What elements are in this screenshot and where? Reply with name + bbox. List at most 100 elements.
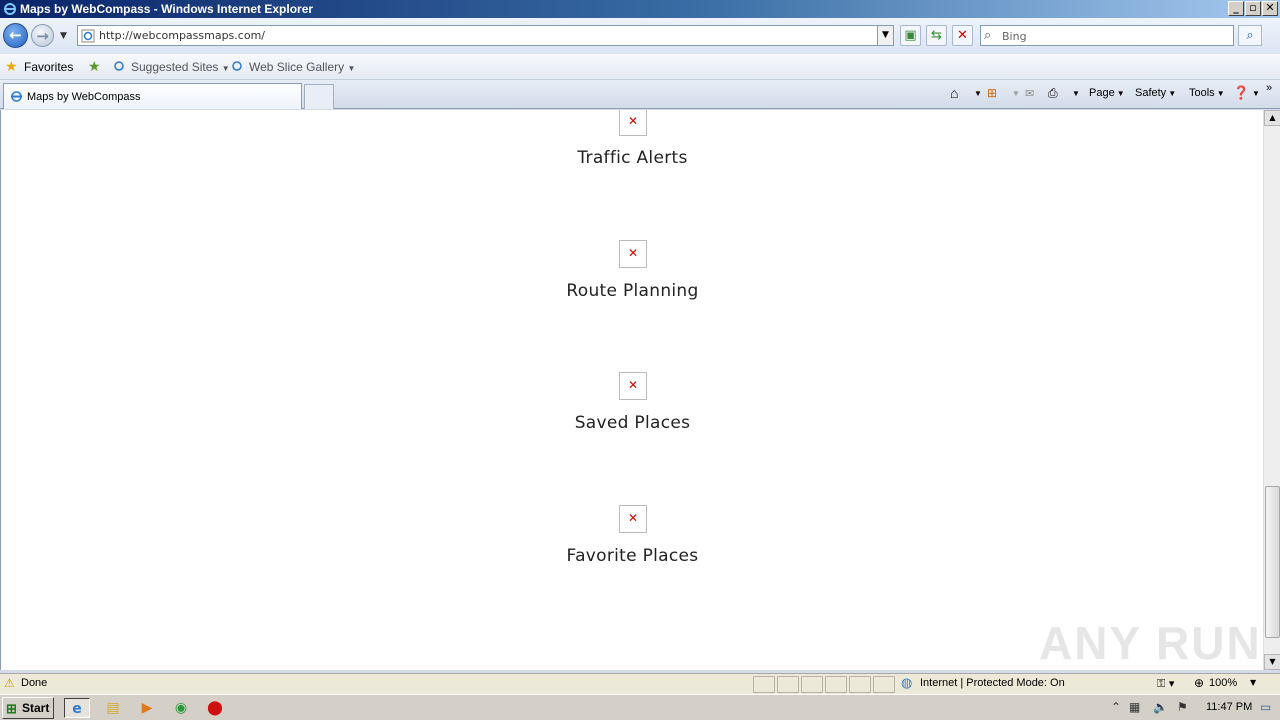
show-hidden-icons-icon[interactable]: ⌃	[1111, 700, 1121, 714]
minimize-button[interactable]: _	[1228, 1, 1244, 16]
warning-icon: ⚠	[4, 676, 15, 690]
compat-icon: ▣	[904, 28, 917, 43]
feature-label: Saved Places	[574, 413, 691, 433]
suggested-sites-link[interactable]: Suggested Sites ▼	[131, 60, 230, 74]
more-chevron-icon[interactable]: »	[1266, 82, 1272, 94]
window-title: Maps by WebCompass - Windows Internet Ex…	[20, 2, 314, 16]
back-arrow-icon: ←	[9, 26, 22, 44]
chevron-down-icon: ▼	[347, 64, 356, 73]
status-pane	[825, 676, 847, 693]
refresh-icon: ⇆	[931, 28, 942, 43]
page-menu[interactable]: Page ▼	[1089, 87, 1125, 99]
stop-icon: ✕	[957, 28, 968, 43]
page-content: ✕ Traffic Alerts ✕ Route Planning ✕ Save…	[0, 110, 1263, 670]
media-player-taskbar-icon[interactable]: ▶	[134, 698, 160, 718]
ie-page-icon	[230, 59, 244, 76]
scroll-down-arrow-icon[interactable]: ▼	[1264, 654, 1280, 670]
home-icon[interactable]: ⌂	[950, 85, 958, 101]
suggested-sites-label: Suggested Sites	[131, 60, 219, 74]
print-dropdown[interactable]: ▼	[1070, 87, 1080, 99]
clock[interactable]: 11:47 PM	[1206, 701, 1252, 713]
action-center-flag-icon[interactable]: ⚑	[1177, 700, 1188, 714]
mail-icon[interactable]: ✉	[1025, 87, 1034, 100]
ie-page-icon	[11, 91, 22, 102]
pop-up-blocker-icon[interactable]: ⚿ ▾	[1157, 677, 1174, 691]
tools-menu[interactable]: Tools ▼	[1189, 87, 1225, 99]
show-desktop-icon[interactable]: ▭	[1260, 700, 1271, 714]
status-pane	[849, 676, 871, 693]
recent-pages-dropdown[interactable]: ▼	[60, 31, 67, 41]
taskbar: ⊞ Start e ▤ ▶ ◉ ⬤ ⌃ ▦ 🔈 ⚑ 11:47 PM ▭	[0, 694, 1280, 720]
navigation-bar: ← → ▼ http://webcompassmaps.com/ ▼ ▣ ⇆ ✕…	[0, 18, 1280, 54]
feeds-dropdown[interactable]: ▼	[1010, 87, 1020, 99]
broken-image-icon: ✕	[619, 372, 647, 400]
chevron-down-icon: ▼	[221, 64, 230, 73]
ie-page-icon	[112, 59, 126, 76]
safety-menu-label: Safety	[1135, 87, 1167, 99]
search-box[interactable]: ⌕ Bing	[980, 25, 1234, 46]
feature-label: Favorite Places	[566, 546, 699, 566]
print-icon[interactable]: ⎙	[1048, 86, 1058, 101]
volume-icon[interactable]: 🔈	[1153, 700, 1168, 714]
globe-icon: ◍	[901, 676, 913, 691]
close-window-button[interactable]: ✕	[1262, 1, 1278, 16]
refresh-button[interactable]: ⇆	[926, 25, 947, 46]
broken-image-icon: ✕	[619, 505, 647, 533]
stop-button[interactable]: ✕	[952, 25, 973, 46]
feature-label: Traffic Alerts	[577, 148, 688, 168]
title-bar: Maps by WebCompass - Windows Internet Ex…	[0, 0, 1280, 18]
network-icon[interactable]: ▦	[1129, 700, 1140, 714]
anyrun-watermark: ANY RUN	[1039, 617, 1262, 669]
status-pane	[801, 676, 823, 693]
broken-image-icon: ✕	[619, 110, 647, 136]
search-placeholder: Bing	[1002, 30, 1027, 43]
zoom-dropdown[interactable]: ▼	[1250, 678, 1256, 687]
feature-label: Route Planning	[566, 281, 699, 301]
compatibility-view-button[interactable]: ▣	[900, 25, 921, 46]
add-to-favorites-bar-icon[interactable]: ★	[88, 58, 101, 75]
windows-logo-icon: ⊞	[6, 701, 17, 716]
security-zone[interactable]: Internet | Protected Mode: On	[920, 677, 1065, 689]
new-tab-button[interactable]	[304, 84, 334, 109]
feeds-icon[interactable]: ⊞	[987, 86, 997, 100]
favorites-button[interactable]: Favorites	[24, 60, 73, 74]
status-pane	[777, 676, 799, 693]
status-pane	[753, 676, 775, 693]
opera-taskbar-icon[interactable]: ⬤	[202, 698, 228, 718]
search-icon: ⌕	[1246, 28, 1254, 43]
search-button[interactable]: ⌕	[1238, 25, 1262, 46]
ie-taskbar-icon[interactable]: e	[64, 698, 90, 718]
home-dropdown[interactable]: ▼	[972, 87, 982, 99]
forward-button[interactable]: →	[31, 24, 54, 47]
help-icon[interactable]: ❓	[1233, 85, 1249, 101]
status-bar: ⚠ Done ◍ Internet | Protected Mode: On ⚿…	[0, 673, 1280, 694]
tools-menu-label: Tools	[1189, 87, 1215, 99]
help-dropdown[interactable]: ▼	[1250, 87, 1260, 99]
back-button[interactable]: ←	[3, 23, 28, 48]
vertical-scrollbar[interactable]: ▲ ▼	[1263, 110, 1280, 670]
status-pane	[873, 676, 895, 693]
address-dropdown[interactable]: ▼	[877, 26, 893, 45]
zoom-level[interactable]: 100%	[1209, 677, 1237, 689]
address-url: http://webcompassmaps.com/	[99, 29, 265, 42]
scroll-up-arrow-icon[interactable]: ▲	[1264, 110, 1280, 126]
search-provider-icon: ⌕	[984, 28, 992, 43]
favorites-bar: ★ Favorites ★ Suggested Sites ▼ Web Slic…	[0, 54, 1280, 80]
start-button[interactable]: ⊞ Start	[2, 697, 54, 719]
address-bar[interactable]: http://webcompassmaps.com/ ▼	[77, 25, 894, 46]
tab-label: Maps by WebCompass	[27, 91, 141, 103]
scrollbar-thumb[interactable]	[1265, 486, 1280, 638]
chrome-taskbar-icon[interactable]: ◉	[168, 698, 194, 718]
tab-row: Maps by WebCompass ⌂ ▼ ⊞ ▼ ✉ ⎙ ▼ Page ▼ S…	[0, 80, 1280, 109]
zoom-icon: ⊕	[1194, 676, 1205, 690]
ie-page-icon	[81, 29, 95, 43]
safety-menu[interactable]: Safety ▼	[1135, 87, 1176, 99]
tab-maps-by-webcompass[interactable]: Maps by WebCompass	[3, 83, 302, 109]
page-menu-label: Page	[1089, 87, 1115, 99]
forward-arrow-icon: →	[36, 27, 49, 45]
status-text: Done	[21, 677, 48, 689]
favorites-star-icon: ★	[5, 58, 18, 74]
explorer-taskbar-icon[interactable]: ▤	[100, 698, 126, 718]
restore-button[interactable]: ▫	[1245, 1, 1261, 16]
web-slice-gallery-link[interactable]: Web Slice Gallery ▼	[249, 60, 355, 74]
